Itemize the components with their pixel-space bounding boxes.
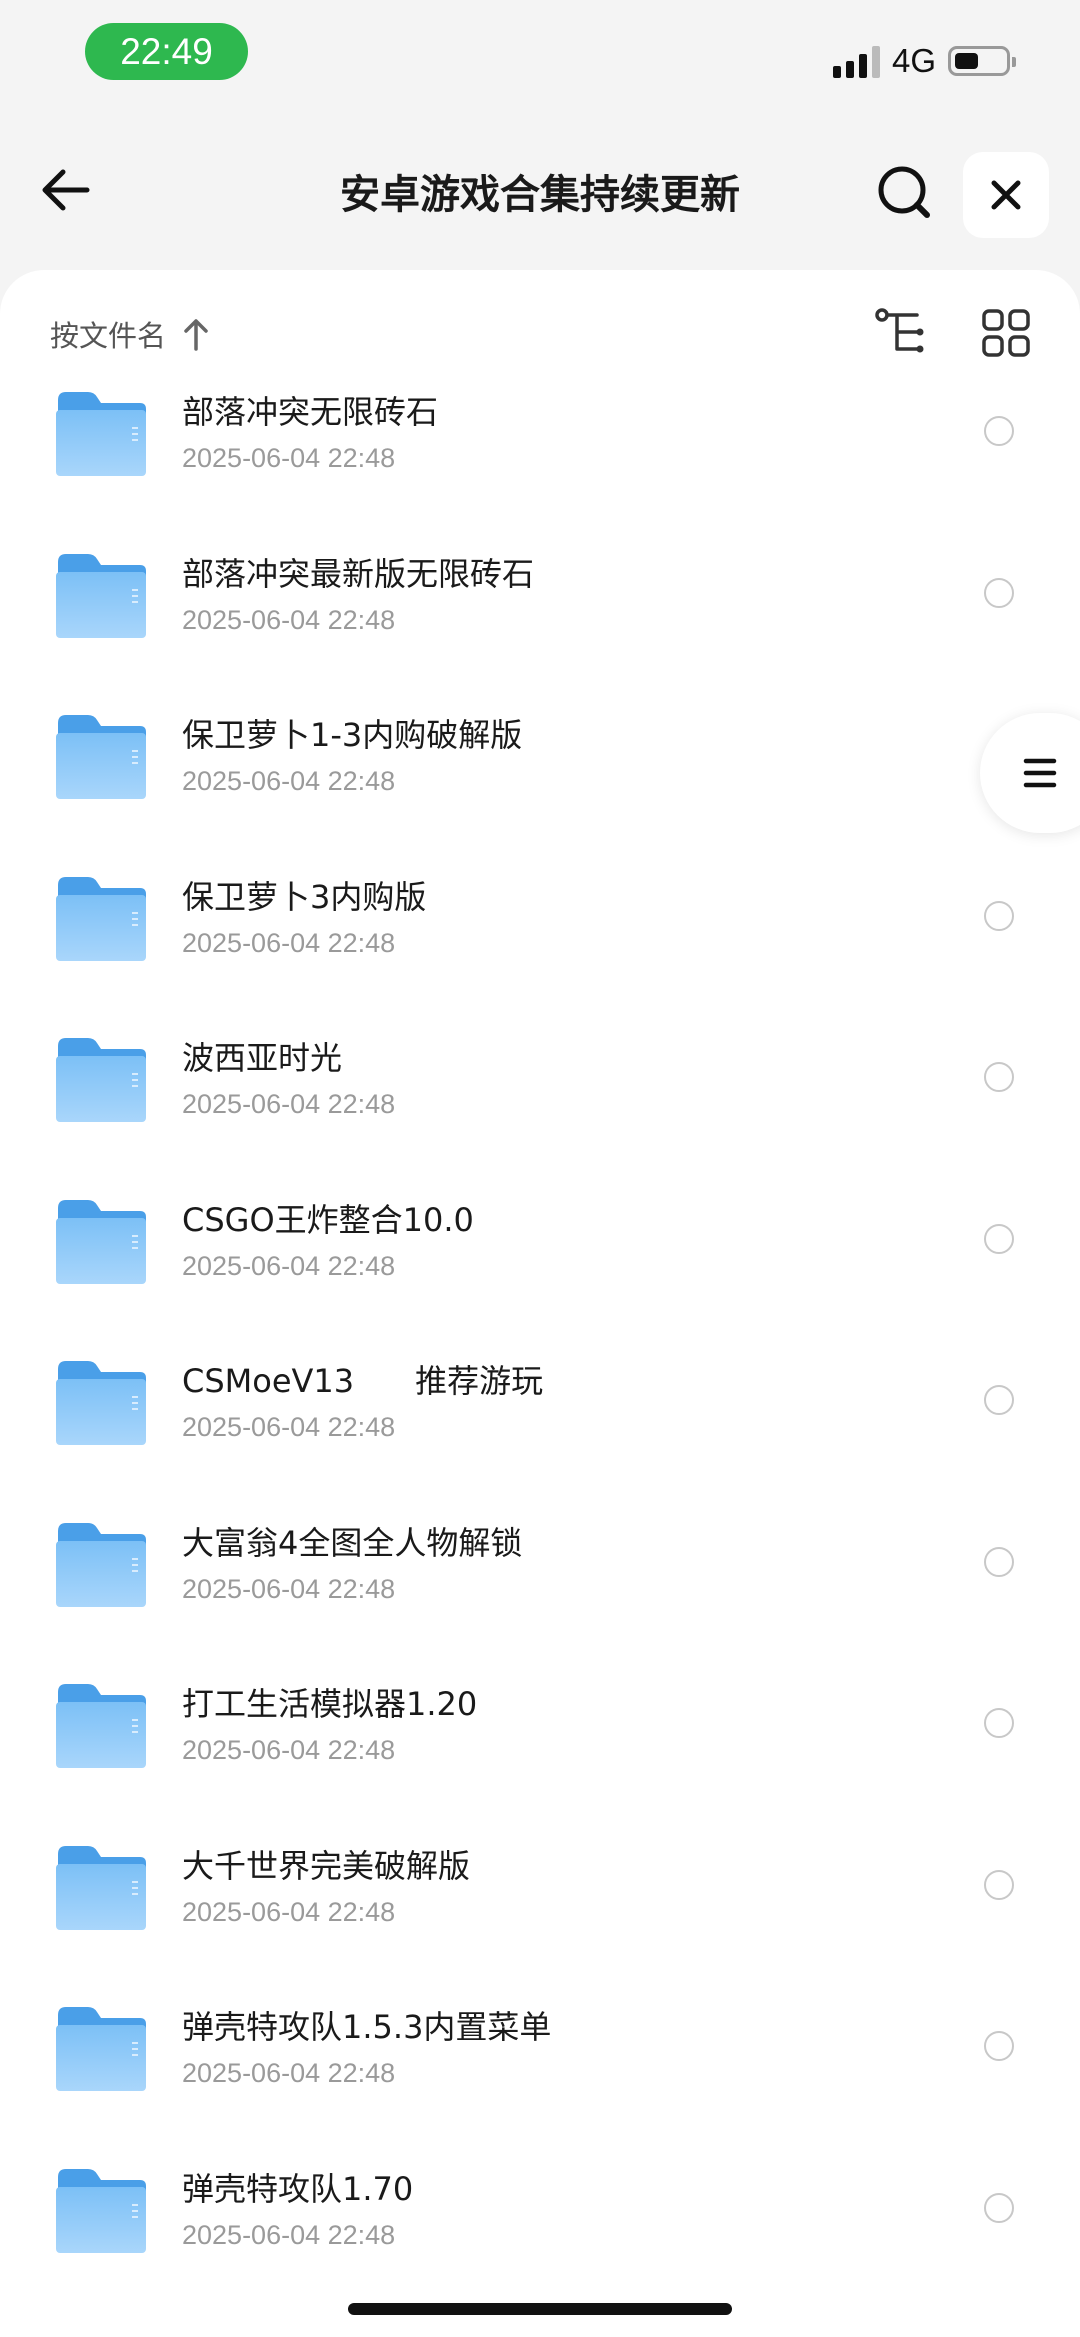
file-name: 波西亚时光 (182, 1039, 343, 1077)
list-item[interactable]: 弹壳特攻队1.5.3内置菜单 2025-06-04 22:48 (0, 1987, 1080, 2149)
page-title: 安卓游戏合集持续更新 (340, 172, 740, 218)
list-item[interactable]: 部落冲突最新版无限砖石 2025-06-04 22:48 (0, 534, 1080, 696)
select-radio[interactable] (984, 1062, 1014, 1092)
file-name: 部落冲突最新版无限砖石 (182, 554, 535, 593)
list-item[interactable]: 保卫萝卜3内购版 2025-06-04 22:48 (0, 857, 1080, 1019)
select-radio[interactable] (984, 1385, 1014, 1415)
file-date: 2025-06-04 22:48 (182, 1573, 396, 1604)
file-name: 部落冲突无限砖石 (182, 393, 439, 431)
sort-control[interactable]: 按文件名 (50, 310, 210, 358)
file-date: 2025-06-04 22:48 (182, 1896, 396, 1927)
file-browser: 按文件名 部落冲突无限砖石 2025-06-04 22:48 部落冲突最新版无限… (0, 270, 1080, 2337)
file-date: 2025-06-04 22:48 (182, 766, 396, 796)
file-name: 保卫萝卜1-3内购破解版 (182, 716, 523, 754)
list-item[interactable]: 波西亚时光 2025-06-04 22:48 (0, 1018, 1080, 1180)
status-indicators: 4G (832, 38, 1016, 84)
file-name: 保卫萝卜3内购版 (182, 877, 427, 916)
folder-icon (56, 715, 146, 799)
folder-icon (56, 2168, 146, 2253)
search-button[interactable] (872, 160, 936, 224)
file-name: 打工生活模拟器1.20 (182, 1685, 478, 1723)
file-date: 2025-06-04 22:48 (182, 2058, 396, 2088)
file-name: 弹壳特攻队1.70 (182, 2169, 414, 2208)
file-name: CSGO王炸整合10.0 (182, 1200, 474, 1239)
search-icon (878, 166, 930, 218)
file-name: CSMoeV13 推荐游玩 (182, 1362, 544, 1400)
file-date: 2025-06-04 22:48 (182, 1089, 396, 1119)
list-item[interactable]: 打工生活模拟器1.20 2025-06-04 22:48 (0, 1664, 1080, 1826)
tree-structure-icon (875, 308, 924, 353)
file-list: 部落冲突无限砖石 2025-06-04 22:48 部落冲突最新版无限砖石 20… (0, 372, 1080, 2310)
file-date: 2025-06-04 22:48 (182, 443, 396, 473)
list-item[interactable]: 保卫萝卜1-3内购破解版 2025-06-04 22:48 (0, 695, 1080, 857)
list-menu-icon (1023, 758, 1057, 788)
file-date: 2025-06-04 22:48 (182, 927, 396, 958)
home-indicator[interactable] (348, 2303, 732, 2315)
select-radio[interactable] (984, 1223, 1014, 1254)
file-name: 大富翁4全图全人物解锁 (182, 1523, 523, 1562)
folder-icon (56, 876, 146, 961)
select-radio[interactable] (984, 1869, 1014, 1900)
folder-icon (56, 1038, 146, 1122)
list-item[interactable]: 大千世界完美破解版 2025-06-04 22:48 (0, 1826, 1080, 1988)
battery-icon (948, 46, 1016, 76)
back-button[interactable] (35, 160, 95, 220)
grid-view-button[interactable] (978, 305, 1034, 361)
select-radio[interactable] (984, 900, 1014, 931)
network-type: 4G (891, 42, 936, 79)
list-item[interactable]: 部落冲突无限砖石 2025-06-04 22:48 (0, 372, 1080, 534)
select-radio[interactable] (984, 2031, 1014, 2061)
grid-view-icon (982, 309, 1030, 357)
sort-label: 按文件名 (50, 319, 167, 353)
file-date: 2025-06-04 22:48 (182, 1250, 396, 1281)
select-radio[interactable] (984, 1546, 1014, 1577)
file-date: 2025-06-04 22:48 (182, 1735, 396, 1765)
file-name: 大千世界完美破解版 (182, 1846, 471, 1885)
select-radio[interactable] (984, 416, 1014, 446)
close-button[interactable] (963, 152, 1049, 238)
back-arrow-icon (42, 169, 90, 211)
file-date: 2025-06-04 22:48 (182, 1412, 396, 1442)
status-time: 22:49 (85, 23, 248, 80)
folder-icon (56, 1199, 146, 1284)
folder-icon (56, 553, 146, 638)
select-radio[interactable] (984, 577, 1014, 608)
tree-view-button[interactable] (873, 305, 929, 361)
folder-icon (56, 392, 146, 476)
list-item[interactable]: CSGO王炸整合10.0 2025-06-04 22:48 (0, 1180, 1080, 1342)
folder-icon (56, 1361, 146, 1445)
signal-icon (832, 44, 880, 78)
folder-icon (56, 1522, 146, 1607)
select-radio[interactable] (984, 2192, 1014, 2223)
file-date: 2025-06-04 22:48 (182, 2219, 396, 2250)
file-date: 2025-06-04 22:48 (182, 604, 396, 635)
folder-icon (56, 1684, 146, 1768)
list-item[interactable]: CSMoeV13 推荐游玩 2025-06-04 22:48 (0, 1341, 1080, 1503)
folder-icon (56, 1845, 146, 1930)
list-item[interactable]: 大富翁4全图全人物解锁 2025-06-04 22:48 (0, 1503, 1080, 1665)
arrow-up-icon (184, 319, 208, 351)
file-name: 弹壳特攻队1.5.3内置菜单 (182, 2008, 552, 2046)
select-radio[interactable] (984, 1708, 1014, 1738)
close-icon (991, 180, 1021, 210)
list-item[interactable]: 弹壳特攻队1.70 2025-06-04 22:48 (0, 2149, 1080, 2311)
folder-icon (56, 2007, 146, 2091)
